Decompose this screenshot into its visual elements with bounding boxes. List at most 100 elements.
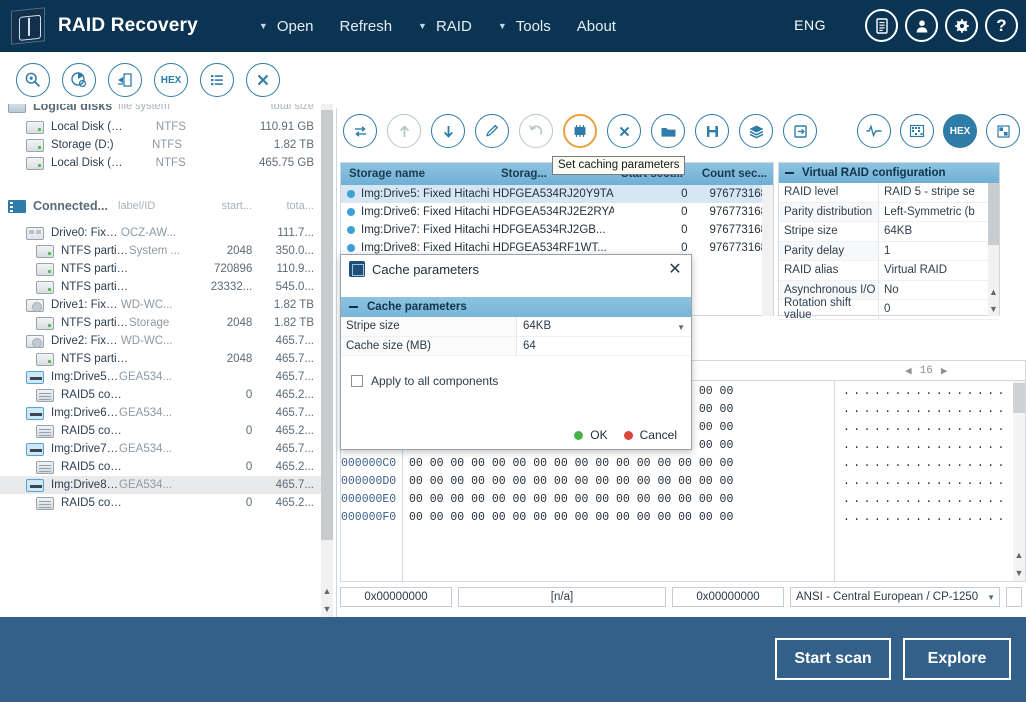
close-icon[interactable] bbox=[246, 63, 280, 97]
scroll-up-icon[interactable]: ▲ bbox=[1013, 547, 1025, 563]
checkbox-box[interactable] bbox=[351, 375, 363, 387]
left-panel-scrollbar[interactable]: ▲ ▼ bbox=[321, 104, 333, 617]
export-icon[interactable] bbox=[783, 114, 817, 148]
tree-item-local-disk-e[interactable]: Local Disk (E:) NTFS 465.75 GB bbox=[0, 154, 322, 172]
dialog-section-header[interactable]: Cache parameters bbox=[341, 297, 691, 317]
scroll-down-icon[interactable]: ▼ bbox=[321, 601, 333, 617]
user-icon[interactable] bbox=[905, 9, 938, 42]
next-arrow-icon[interactable]: ▶ bbox=[941, 364, 948, 378]
undo-icon[interactable] bbox=[519, 114, 553, 148]
apply-to-all-components-checkbox[interactable]: Apply to all components bbox=[341, 374, 691, 388]
edit-icon[interactable] bbox=[475, 114, 509, 148]
disk-analysis-icon[interactable] bbox=[62, 63, 96, 97]
tree-item-raid5-component[interactable]: RAID5 com... 0 465.2... bbox=[0, 422, 322, 440]
menu-item-refresh[interactable]: Refresh bbox=[327, 14, 406, 39]
scroll-up-icon[interactable]: ▲ bbox=[988, 284, 999, 299]
tree-item-drive1[interactable]: Drive1: Fixe... WD-WC... 1.82 TB bbox=[0, 296, 322, 314]
dialog-row-stripe-size[interactable]: Stripe size 64KB ▼ bbox=[341, 317, 691, 337]
encoding-select[interactable]: ANSI - Central European / CP-1250 ▼ bbox=[790, 587, 1000, 607]
col-count-sectors[interactable]: Count sec... bbox=[683, 168, 773, 180]
tree-item-partition[interactable]: NTFS partit... 23332... 545.0... bbox=[0, 278, 322, 296]
scrollbar-thumb[interactable] bbox=[1013, 383, 1025, 413]
scan-icon[interactable] bbox=[16, 63, 50, 97]
config-row-parity-distribution[interactable]: Parity distribution Left-Symmetric (b▼ bbox=[779, 202, 999, 222]
menu-item-about[interactable]: About bbox=[564, 14, 629, 39]
tree-item-drive0[interactable]: Drive0: Fixe... OCZ-AW... 111.7... bbox=[0, 224, 322, 242]
status-extra[interactable] bbox=[1006, 587, 1022, 607]
config-row-raid-level[interactable]: RAID level RAID 5 - stripe se▼ bbox=[779, 183, 999, 203]
tree-item-img-drive5[interactable]: Img:Drive5:... GEA534... 465.7... bbox=[0, 368, 322, 386]
table-scrollbar[interactable] bbox=[762, 185, 773, 316]
scroll-up-icon[interactable]: ▲ bbox=[321, 583, 333, 599]
chevron-down-icon[interactable]: ▼ bbox=[987, 593, 995, 602]
dialog-value[interactable]: 64 bbox=[517, 336, 691, 356]
config-row-raid-alias[interactable]: RAID alias Virtual RAID bbox=[779, 261, 999, 281]
move-up-icon[interactable] bbox=[387, 114, 421, 148]
map-icon[interactable] bbox=[900, 114, 934, 148]
start-scan-button[interactable]: Start scan bbox=[775, 638, 891, 680]
tree-item-raid5-component[interactable]: RAID5 com... 0 465.2... bbox=[0, 494, 322, 512]
save-icon[interactable] bbox=[695, 114, 729, 148]
chevron-down-icon[interactable]: ▼ bbox=[677, 323, 685, 332]
language-selector[interactable]: ENG bbox=[794, 17, 826, 33]
status-selection[interactable]: 0x00000000 bbox=[672, 587, 784, 607]
table-row[interactable]: Img:Drive7: Fixed Hitachi HDP... GEA534R… bbox=[341, 221, 773, 239]
config-row-rotation-shift-value[interactable]: Rotation shift value 0 bbox=[779, 297, 999, 321]
hex-view-icon[interactable]: HEX bbox=[943, 114, 977, 148]
dialog-value[interactable]: 64KB ▼ bbox=[517, 317, 691, 337]
table-row[interactable]: Img:Drive5: Fixed Hitachi HDP... GEA534R… bbox=[341, 185, 773, 203]
raid-panel-scrollbar[interactable]: ▲ ▼ bbox=[988, 183, 999, 316]
config-value[interactable]: Virtual RAID bbox=[879, 261, 999, 281]
tree-item-partition[interactable]: NTFS partit... System ... 2048 350.0... bbox=[0, 242, 322, 260]
document-icon[interactable] bbox=[865, 9, 898, 42]
explore-button[interactable]: Explore bbox=[903, 638, 1011, 680]
tree-item-local-disk-c[interactable]: Local Disk (C:) NTFS 110.91 GB bbox=[0, 118, 322, 136]
ok-button[interactable]: OK bbox=[574, 428, 608, 442]
config-value[interactable]: No▼ bbox=[879, 281, 999, 300]
tree-group-logical-disks[interactable]: Logical disks file system total size bbox=[0, 104, 322, 118]
grid-icon[interactable] bbox=[986, 114, 1020, 148]
scrollbar-thumb[interactable] bbox=[988, 183, 999, 245]
scrollbar-thumb[interactable] bbox=[321, 110, 333, 540]
dialog-row-cache-size[interactable]: Cache size (MB) 64 bbox=[341, 336, 691, 356]
config-row-stripe-size[interactable]: Stripe size 64KB▼ bbox=[779, 222, 999, 242]
menu-item-tools[interactable]: ▼ Tools bbox=[485, 14, 564, 39]
scroll-down-icon[interactable]: ▼ bbox=[988, 301, 999, 316]
scroll-down-icon[interactable]: ▼ bbox=[1013, 565, 1025, 581]
tree-item-img-drive8[interactable]: Img:Drive8:... GEA534... 465.7... bbox=[0, 476, 322, 494]
move-down-icon[interactable] bbox=[431, 114, 465, 148]
config-value[interactable]: 1 bbox=[879, 242, 999, 261]
hex-ascii-column[interactable]: ................ ................ ......… bbox=[835, 381, 1025, 581]
tree-item-partition[interactable]: NTFS partit... Storage 2048 1.82 TB bbox=[0, 314, 322, 332]
panel-title-bar[interactable]: Virtual RAID configuration bbox=[779, 163, 999, 183]
config-value[interactable]: 0 bbox=[879, 300, 999, 320]
hex-icon[interactable]: HEX bbox=[154, 63, 188, 97]
tree-item-storage-d[interactable]: Storage (D:) NTFS 1.82 TB bbox=[0, 136, 322, 154]
col-storage-name[interactable]: Storage name bbox=[341, 168, 501, 180]
tree-group-connected-storages[interactable]: Connected... label/ID start... tota... bbox=[0, 194, 322, 218]
collapse-icon[interactable] bbox=[349, 306, 358, 308]
help-icon[interactable]: ? bbox=[985, 9, 1018, 42]
status-offset[interactable]: 0x00000000 bbox=[340, 587, 452, 607]
hex-scrollbar[interactable]: ▲ ▼ bbox=[1013, 381, 1025, 581]
tree-item-raid5-component[interactable]: RAID5 com... 0 465.2... bbox=[0, 386, 322, 404]
tree-item-img-drive6[interactable]: Img:Drive6:... GEA534... 465.7... bbox=[0, 404, 322, 422]
layers-icon[interactable] bbox=[739, 114, 773, 148]
tree-item-partition[interactable]: NTFS partit... 720896 110.9... bbox=[0, 260, 322, 278]
menu-item-raid[interactable]: ▼ RAID bbox=[405, 14, 485, 39]
bytes-per-row-nav[interactable]: ◀ 16 ▶ bbox=[905, 364, 1025, 378]
open-folder-icon[interactable] bbox=[651, 114, 685, 148]
tree-item-img-drive7[interactable]: Img:Drive7:... GEA534... 465.7... bbox=[0, 440, 322, 458]
prev-arrow-icon[interactable]: ◀ bbox=[905, 364, 912, 378]
tree-item-drive2[interactable]: Drive2: Fixe... WD-WC... 465.7... bbox=[0, 332, 322, 350]
close-icon[interactable]: ✕ bbox=[665, 259, 685, 279]
list-icon[interactable] bbox=[200, 63, 234, 97]
table-row[interactable]: Img:Drive6: Fixed Hitachi HDP... GEA534R… bbox=[341, 203, 773, 221]
tree-item-raid5-component[interactable]: RAID5 com... 0 465.2... bbox=[0, 458, 322, 476]
gear-icon[interactable] bbox=[945, 9, 978, 42]
config-value[interactable]: RAID 5 - stripe se▼ bbox=[879, 183, 999, 203]
set-caching-parameters-icon[interactable] bbox=[563, 114, 597, 148]
device-tree[interactable]: Logical disks file system total size Loc… bbox=[0, 104, 322, 617]
tree-item-partition[interactable]: NTFS partit... 2048 465.7... bbox=[0, 350, 322, 368]
delete-icon[interactable] bbox=[607, 114, 641, 148]
